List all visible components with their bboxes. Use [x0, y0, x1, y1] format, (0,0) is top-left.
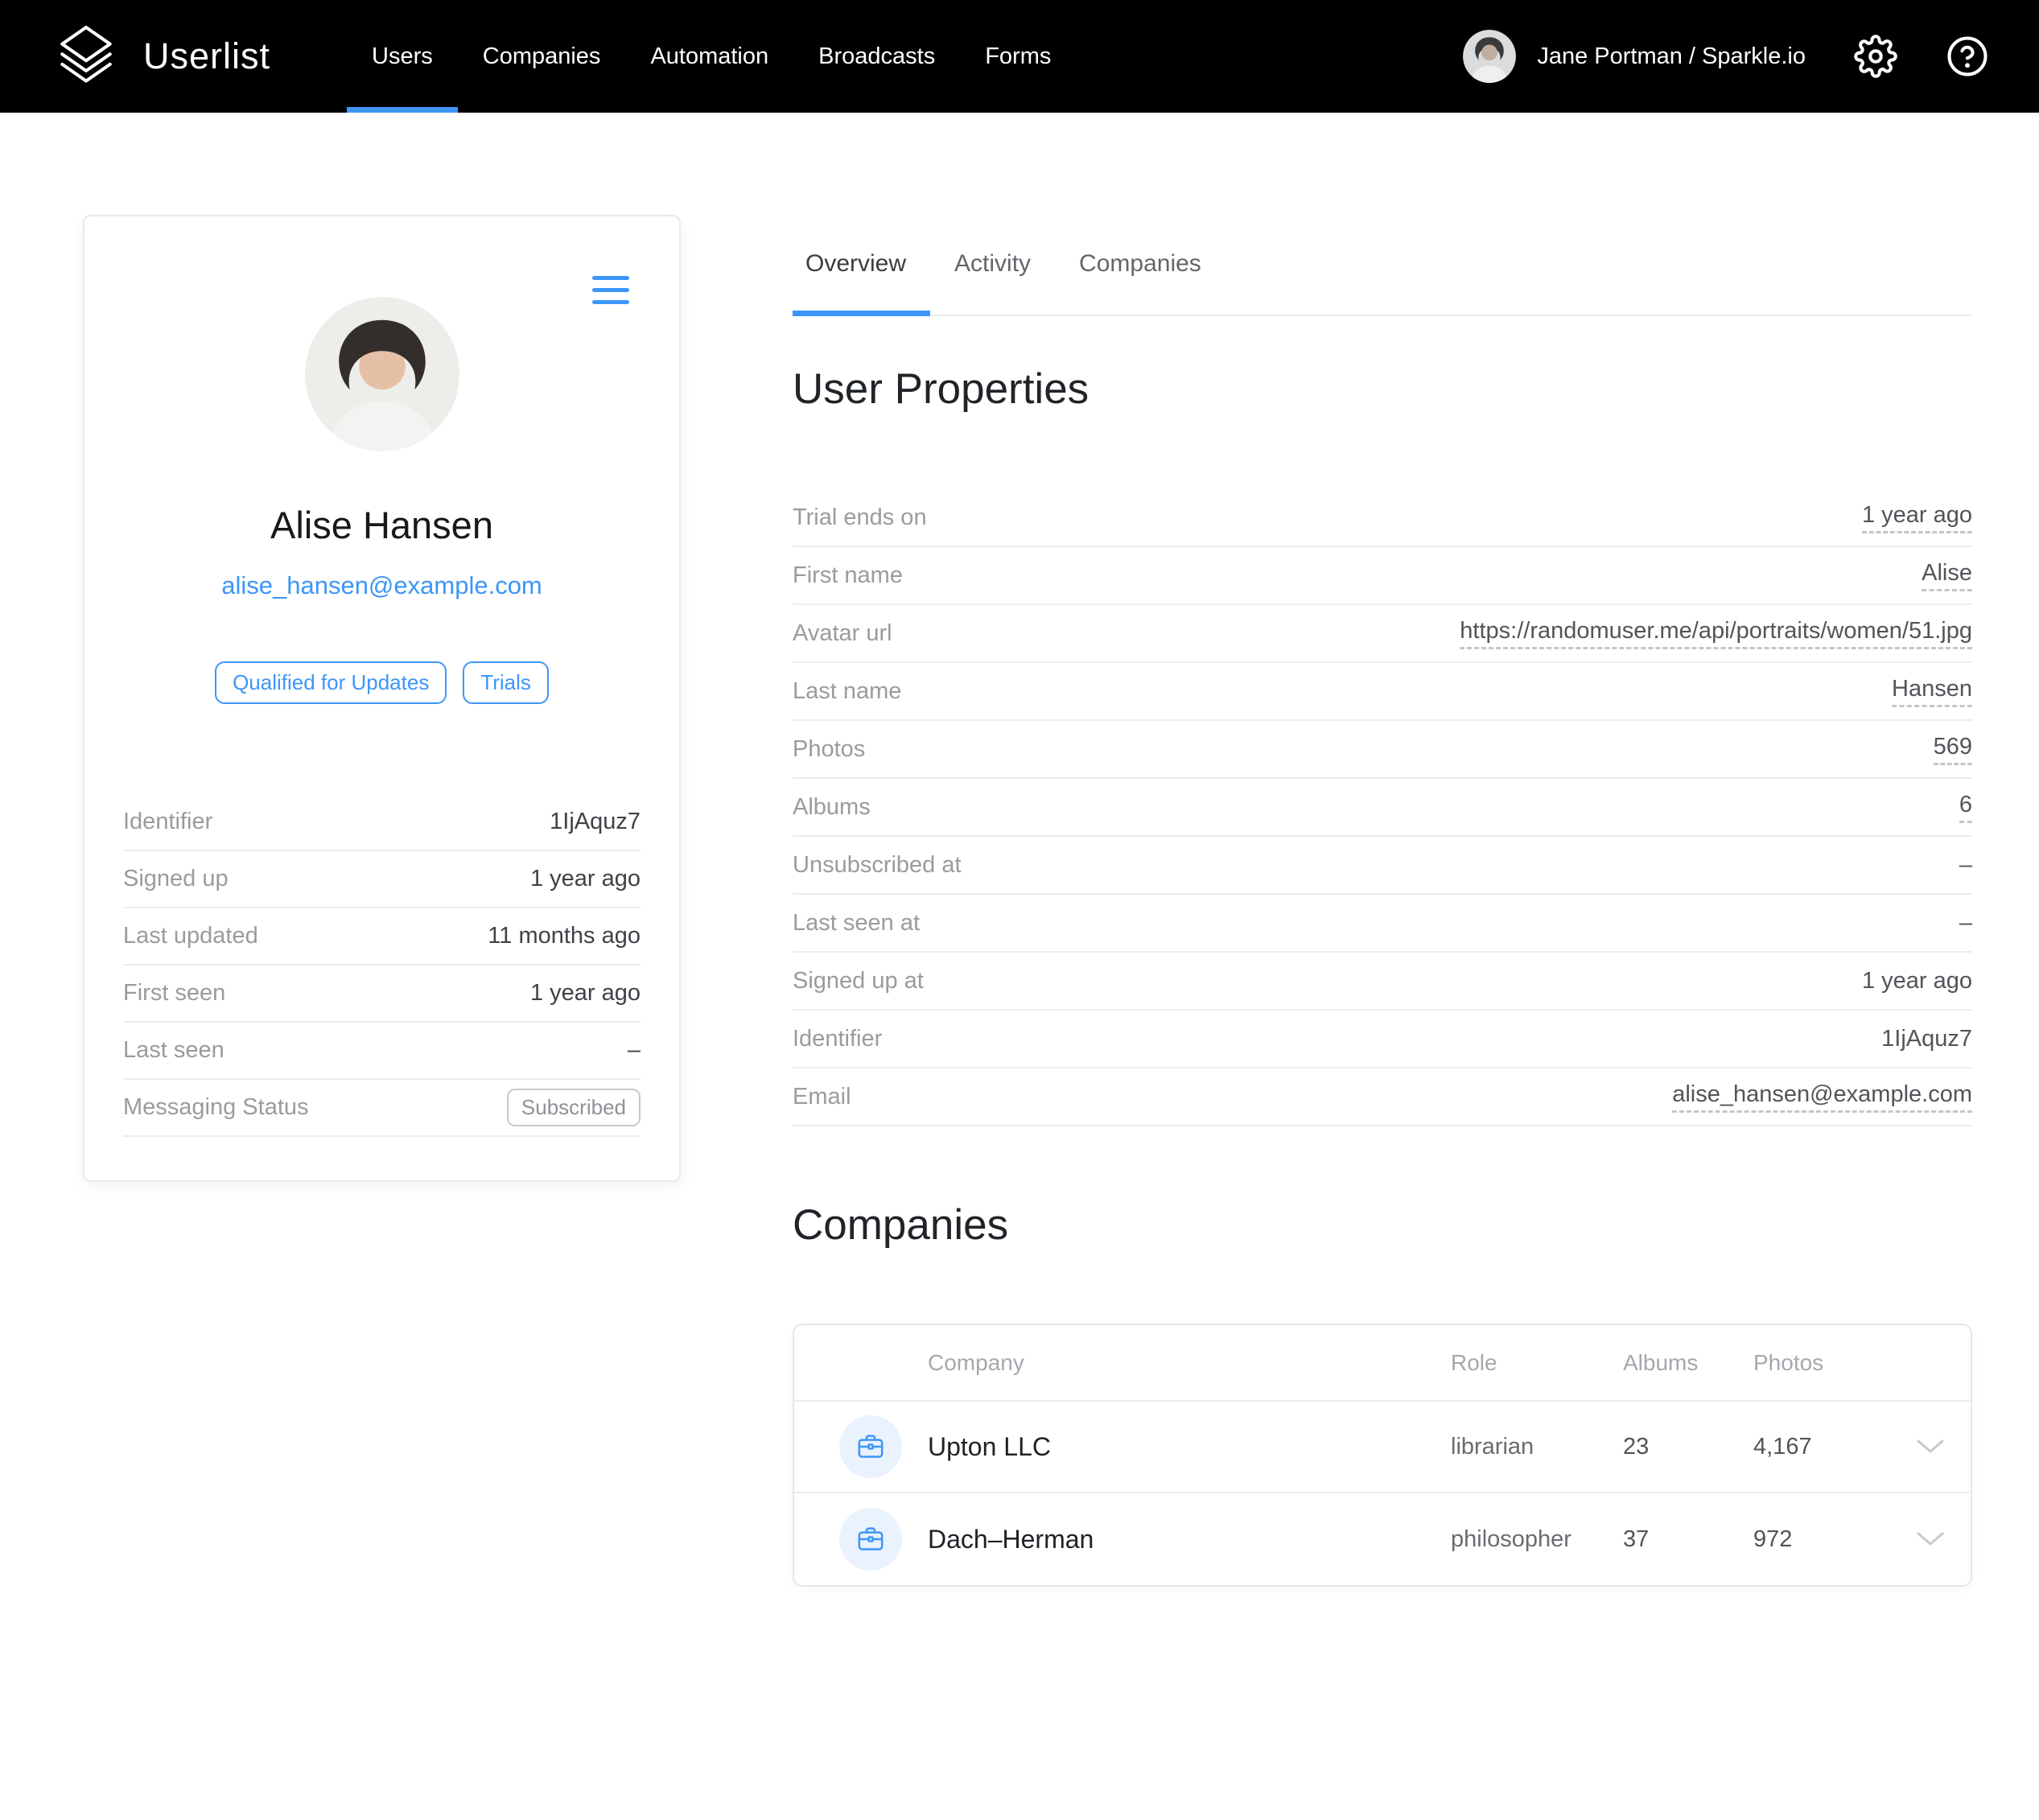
nav-item-forms[interactable]: Forms — [960, 0, 1076, 113]
help-icon[interactable] — [1946, 35, 1989, 78]
badge-qualified-for-updates[interactable]: Qualified for Updates — [215, 661, 447, 704]
user-name: Alise Hansen — [123, 503, 641, 547]
company-name-link[interactable]: Upton LLC — [928, 1432, 1451, 1462]
user-detail-panel: Overview Activity Companies User Propert… — [793, 215, 1972, 1587]
top-nav: Userlist Users Companies Automation Broa… — [0, 0, 2039, 113]
company-role: librarian — [1451, 1434, 1623, 1460]
main-nav-items: Users Companies Automation Broadcasts Fo… — [347, 0, 1076, 113]
property-value-editable[interactable]: 1 year ago — [1862, 502, 1972, 533]
company-row-upton-llc: Upton LLC librarian 23 4,167 — [794, 1402, 1971, 1493]
brand[interactable]: Userlist — [50, 20, 270, 93]
status-badge-subscribed: Subscribed — [507, 1089, 641, 1126]
detail-tabs: Overview Activity Companies — [793, 215, 1972, 316]
property-row-last-name: Last name Hansen — [793, 663, 1972, 721]
companies-table-header: Company Role Albums Photos — [794, 1325, 1971, 1402]
property-row-albums: Albums 6 — [793, 779, 1972, 837]
user-email-link[interactable]: alise_hansen@example.com — [123, 571, 641, 600]
userlist-logo-icon — [50, 20, 122, 93]
property-value-editable[interactable]: Hansen — [1892, 676, 1972, 707]
company-role: philosopher — [1451, 1526, 1623, 1553]
chevron-down-icon[interactable] — [1916, 1439, 1945, 1455]
user-properties-table: Trial ends on 1 year ago First name Alis… — [793, 489, 1972, 1126]
detail-row-messaging-status: Messaging Status Subscribed — [123, 1080, 641, 1137]
property-row-avatar-url: Avatar url https://randomuser.me/api/por… — [793, 605, 1972, 663]
property-value: – — [1959, 852, 1972, 879]
nav-item-automation[interactable]: Automation — [625, 0, 793, 113]
property-value: 1 year ago — [1862, 968, 1972, 994]
property-row-unsubscribed-at: Unsubscribed at – — [793, 837, 1972, 895]
detail-row-signed-up: Signed up 1 year ago — [123, 851, 641, 908]
company-name-link[interactable]: Dach–Herman — [928, 1525, 1451, 1554]
detail-row-identifier: Identifier 1IjAquz7 — [123, 794, 641, 851]
user-summary-list: Identifier 1IjAquz7 Signed up 1 year ago… — [123, 794, 641, 1137]
user-properties-title: User Properties — [793, 364, 1972, 414]
page-content: Alise Hansen alise_hansen@example.com Qu… — [0, 113, 2039, 1587]
briefcase-icon — [839, 1415, 902, 1478]
company-photos: 4,167 — [1753, 1434, 1890, 1460]
property-value-editable[interactable]: 569 — [1934, 734, 1972, 765]
nav-item-companies[interactable]: Companies — [458, 0, 626, 113]
chevron-down-icon[interactable] — [1916, 1531, 1945, 1547]
property-value-editable[interactable]: https://randomuser.me/api/portraits/wome… — [1460, 618, 1972, 649]
column-header-photos: Photos — [1753, 1350, 1890, 1376]
companies-table: Company Role Albums Photos Upton LLC lib… — [793, 1324, 1972, 1587]
badge-trials[interactable]: Trials — [463, 661, 549, 704]
user-profile-card: Alise Hansen alise_hansen@example.com Qu… — [83, 215, 681, 1182]
property-value: – — [1959, 910, 1972, 937]
company-photos: 972 — [1753, 1526, 1890, 1553]
tab-overview[interactable]: Overview — [793, 250, 930, 315]
company-row-dach-herman: Dach–Herman philosopher 37 972 — [794, 1493, 1971, 1585]
nav-item-users[interactable]: Users — [347, 0, 458, 113]
nav-item-broadcasts[interactable]: Broadcasts — [793, 0, 960, 113]
column-header-role: Role — [1451, 1350, 1623, 1376]
property-row-first-name: First name Alise — [793, 547, 1972, 605]
company-albums: 37 — [1623, 1526, 1753, 1553]
companies-title: Companies — [793, 1200, 1972, 1250]
property-value-editable[interactable]: alise_hansen@example.com — [1672, 1081, 1972, 1113]
property-value-editable[interactable]: Alise — [1922, 560, 1972, 591]
detail-row-last-seen: Last seen – — [123, 1023, 641, 1080]
property-row-photos: Photos 569 — [793, 721, 1972, 779]
account-avatar[interactable] — [1463, 30, 1516, 83]
tab-companies[interactable]: Companies — [1055, 250, 1225, 315]
property-row-email: Email alise_hansen@example.com — [793, 1069, 1972, 1126]
brand-name: Userlist — [143, 35, 270, 77]
nav-right: Jane Portman / Sparkle.io — [1463, 30, 1989, 83]
tab-activity[interactable]: Activity — [930, 250, 1055, 315]
property-value: 1IjAquz7 — [1881, 1026, 1972, 1052]
settings-gear-icon[interactable] — [1854, 35, 1897, 78]
property-row-identifier: Identifier 1IjAquz7 — [793, 1011, 1972, 1069]
detail-row-last-updated: Last updated 11 months ago — [123, 908, 641, 966]
company-albums: 23 — [1623, 1434, 1753, 1460]
detail-row-first-seen: First seen 1 year ago — [123, 966, 641, 1023]
property-value-editable[interactable]: 6 — [1959, 792, 1972, 823]
property-row-last-seen-at: Last seen at – — [793, 895, 1972, 953]
briefcase-icon — [839, 1508, 902, 1571]
account-name[interactable]: Jane Portman / Sparkle.io — [1537, 43, 1806, 70]
user-avatar — [305, 297, 459, 451]
column-header-company: Company — [928, 1350, 1451, 1376]
property-row-trial-ends-on: Trial ends on 1 year ago — [793, 489, 1972, 547]
column-header-albums: Albums — [1623, 1350, 1753, 1376]
property-row-signed-up-at: Signed up at 1 year ago — [793, 953, 1972, 1011]
card-menu-icon[interactable] — [592, 276, 629, 304]
segment-badges: Qualified for Updates Trials — [123, 661, 641, 704]
